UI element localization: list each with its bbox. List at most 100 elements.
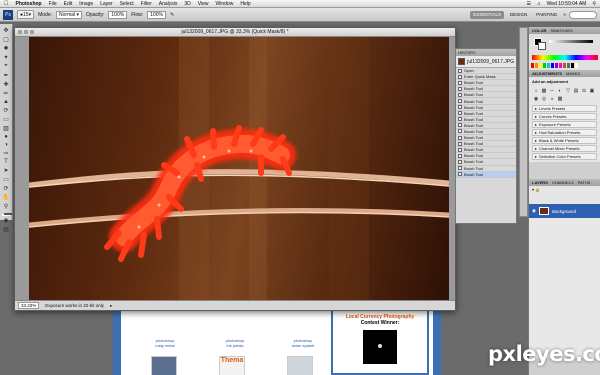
marquee-tool-icon[interactable]: ▢ (2, 36, 11, 43)
eye-icon[interactable]: ◉ (532, 208, 536, 214)
swatch[interactable] (559, 63, 562, 68)
cs-live-search[interactable] (569, 10, 597, 19)
black-white-icon[interactable]: ▣ (589, 88, 595, 94)
minimize-button[interactable] (24, 30, 28, 34)
dodge-tool-icon[interactable]: ◑ (2, 142, 11, 148)
swatch[interactable] (575, 63, 578, 68)
workspace-essentials[interactable]: ESSENTIALS (470, 10, 505, 19)
lock-icon[interactable]: 🔒 (535, 187, 540, 192)
hand-tool-icon[interactable]: ✋ (2, 194, 11, 201)
disclosure-triangle-icon[interactable]: ▸ (535, 122, 537, 127)
menu-view[interactable]: View (198, 1, 209, 7)
status-menu-icon[interactable]: ▸ (110, 303, 112, 309)
entry-thumbnail[interactable] (287, 356, 313, 375)
airbrush-icon[interactable]: ✎ (170, 12, 174, 18)
image-canvas[interactable] (29, 37, 449, 301)
mode-select[interactable]: Normal ▾ (56, 10, 83, 19)
pen-tool-icon[interactable]: ✑ (2, 150, 11, 157)
preset-item[interactable]: ▸ Channel Mixer Presets (532, 145, 597, 152)
clone-stamp-tool-icon[interactable]: ▲ (2, 99, 11, 105)
disclosure-triangle-icon[interactable]: ▸ (535, 138, 537, 143)
menu-edit[interactable]: Edit (64, 1, 73, 7)
healing-tool-icon[interactable]: ✚ (2, 81, 11, 88)
web-entry-2[interactable]: photoshop iris petals (205, 338, 265, 348)
history-brush-tool-icon[interactable]: ⟳ (2, 107, 11, 114)
shape-tool-icon[interactable]: ▭ (2, 176, 11, 183)
gradient-tool-icon[interactable]: ▧ (2, 125, 11, 132)
clock[interactable]: Wed 10:59:04 AM (547, 1, 587, 7)
background-color-swatch[interactable] (4, 213, 12, 215)
flow-field[interactable]: 100% (147, 10, 166, 19)
workspace-more-icon[interactable]: » (563, 12, 566, 18)
apple-icon[interactable]:  (4, 1, 9, 7)
menu-window[interactable]: Window (216, 1, 234, 7)
tab-channels[interactable]: CHANNELS (552, 180, 574, 185)
color-balance-icon[interactable]: ⚖ (581, 88, 587, 94)
wifi-icon[interactable]: ☰ (526, 1, 530, 7)
web-entry-3[interactable]: photoshop tower splash (273, 338, 333, 348)
opacity-field[interactable]: 100% (108, 10, 128, 19)
swatch[interactable] (571, 63, 574, 68)
preset-item[interactable]: ▸ Black & White Presets (532, 137, 597, 144)
layer-background[interactable]: ◉ Background (529, 204, 600, 218)
workspace-design[interactable]: DESIGN (507, 11, 530, 19)
channel-mixer-icon[interactable]: ◎ (541, 96, 547, 102)
curves-icon[interactable]: ∽ (549, 88, 555, 94)
swatch[interactable] (531, 63, 534, 68)
zoom-tool-icon[interactable]: ⚲ (2, 203, 11, 210)
menu-3d[interactable]: 3D (184, 1, 190, 7)
eraser-tool-icon[interactable]: ▭ (2, 116, 11, 123)
zoom-button[interactable] (30, 30, 34, 34)
workspace-painting[interactable]: PAINTING (533, 11, 560, 19)
swatch[interactable] (555, 63, 558, 68)
crop-tool-icon[interactable]: ⌖ (2, 63, 11, 70)
brush-tool-icon[interactable]: ✏ (2, 90, 11, 97)
tab-adjustments[interactable]: ADJUSTMENTS (532, 71, 562, 76)
swatch[interactable] (539, 63, 542, 68)
tab-swatches[interactable]: SWATCHES (550, 28, 572, 33)
menu-select[interactable]: Select (120, 1, 134, 7)
invert-icon[interactable]: ◒ (549, 96, 555, 102)
preset-item[interactable]: ▸ Curves Presets (532, 113, 597, 120)
levels-icon[interactable]: ▩ (541, 88, 547, 94)
document-title-bar[interactable]: jul132009_0617.JPG @ 33.3% (Quick Mask/8… (15, 28, 455, 37)
screen-mode-icon[interactable]: ▤ (2, 226, 11, 233)
vibrance-icon[interactable]: ▽ (565, 88, 571, 94)
volume-icon[interactable]: ♫ (537, 1, 541, 7)
swatch[interactable] (567, 63, 570, 68)
swatch[interactable] (551, 63, 554, 68)
swatch[interactable] (535, 63, 538, 68)
menu-image[interactable]: Image (79, 1, 93, 7)
menu-file[interactable]: File (49, 1, 57, 7)
blur-tool-icon[interactable]: ● (2, 134, 11, 140)
3d-rotate-tool-icon[interactable]: ⟳ (2, 185, 11, 192)
preset-item[interactable]: ▸ Hue/Saturation Presets (532, 129, 597, 136)
exposure-icon[interactable]: ◐ (557, 88, 563, 94)
app-menu[interactable]: Photoshop (16, 1, 42, 7)
entry-thumbnail[interactable]: Thema (219, 356, 245, 375)
history-snapshot[interactable]: jul132009_0617.JPG (456, 56, 516, 68)
menu-help[interactable]: Help (240, 1, 250, 7)
brush-preset-picker[interactable]: ● 15 ▾ (17, 10, 35, 19)
move-tool-icon[interactable]: ✥ (2, 27, 11, 34)
quick-mask-icon[interactable]: ◉ (2, 217, 11, 224)
close-button[interactable] (18, 30, 22, 34)
photo-filter-icon[interactable]: ◉ (533, 96, 539, 102)
tab-masks[interactable]: MASKS (566, 71, 580, 76)
spotlight-icon[interactable]: ⚲ (592, 1, 596, 7)
brightness-icon[interactable]: ☼ (533, 88, 539, 94)
disclosure-triangle-icon[interactable]: ▸ (535, 106, 537, 111)
disclosure-triangle-icon[interactable]: ▸ (535, 146, 537, 151)
preset-item[interactable]: ▸ Exposure Presets (532, 121, 597, 128)
contest-winner-box[interactable]: Local Currency Photography Contest Winne… (331, 308, 429, 375)
color-slider[interactable] (549, 40, 593, 43)
disclosure-triangle-icon[interactable]: ▸ (535, 154, 537, 159)
blend-mode-select[interactable]: ▾ (532, 187, 534, 192)
swatch[interactable] (547, 63, 550, 68)
disclosure-triangle-icon[interactable]: ▸ (535, 130, 537, 135)
type-tool-icon[interactable]: T (2, 159, 11, 165)
color-spectrum[interactable] (532, 55, 598, 60)
background-color-chip[interactable] (538, 42, 546, 50)
disclosure-triangle-icon[interactable]: ▸ (535, 114, 537, 119)
tab-color[interactable]: COLOR (532, 28, 546, 33)
